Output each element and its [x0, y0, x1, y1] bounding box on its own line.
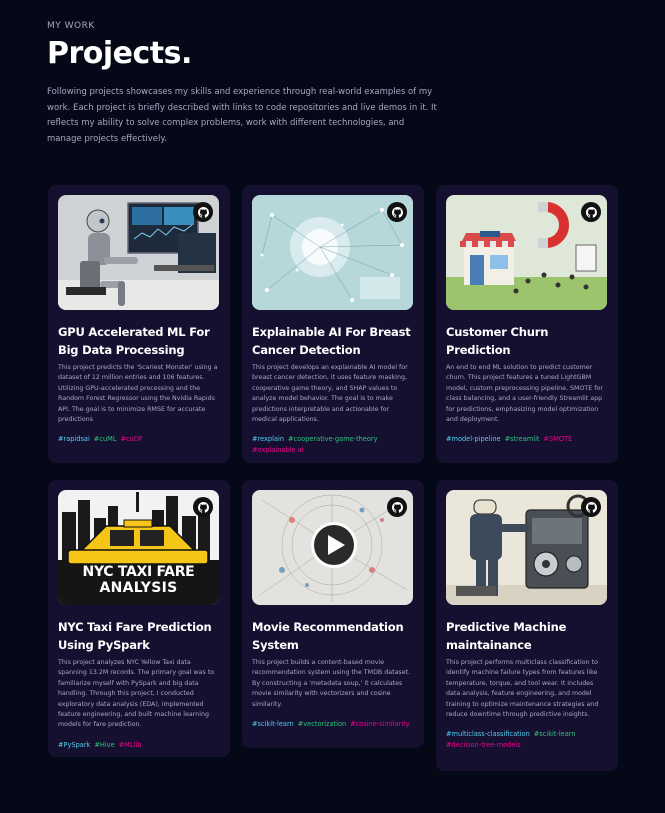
- github-link-button[interactable]: [387, 202, 407, 222]
- project-tag: #cuDF: [120, 435, 143, 444]
- project-title: Explainable AI For Breast Cancer Detecti…: [252, 325, 411, 357]
- project-card-movie-recommendation: Movie Recommendation System This project…: [242, 480, 424, 748]
- project-title: Predictive Machine maintainance: [446, 620, 567, 652]
- project-title: GPU Accelerated ML For Big Data Processi…: [58, 325, 210, 357]
- project-tags: #rapidsai #cuML #cuDF: [58, 434, 220, 445]
- project-image-robot: [58, 195, 219, 310]
- section-kicker: MY WORK: [47, 21, 95, 31]
- project-description: This project performs multiclass classif…: [446, 659, 599, 719]
- project-card-predictive-maintenance: Predictive Machine maintainance This pro…: [436, 480, 618, 771]
- project-tag: #explainable ai: [252, 446, 304, 455]
- project-tag: #decision-tree-models: [446, 741, 521, 750]
- project-card-gpu-ml: GPU Accelerated ML For Big Data Processi…: [48, 185, 230, 463]
- project-image-store: [446, 195, 607, 310]
- project-description: This project builds a content-based movi…: [252, 659, 411, 708]
- page-title: Projects.: [47, 36, 192, 71]
- taxi-poster-headline: NYC TAXI FARE ANALYSIS: [58, 564, 219, 596]
- project-title: Movie Recommendation System: [252, 620, 404, 652]
- project-tags: #multiclass-classification #scikit-learn #…: [446, 729, 608, 751]
- project-tag: #PySpark: [58, 740, 91, 749]
- project-description: This project predicts the 'Scariest Mons…: [58, 364, 218, 424]
- github-link-button[interactable]: [193, 202, 213, 222]
- project-tag: #streamlit: [504, 435, 540, 444]
- project-tags: #rexplain #cooperative-game-theory #explai…: [252, 434, 414, 456]
- github-link-button[interactable]: [581, 202, 601, 222]
- project-tag: #Hive: [94, 740, 115, 749]
- github-icon: [391, 501, 403, 513]
- project-description: This project analyzes NYC Yellow Taxi da…: [58, 659, 215, 729]
- github-link-button[interactable]: [193, 497, 213, 517]
- project-title: NYC Taxi Fare Prediction Using PySpark: [58, 620, 212, 652]
- project-tags: #model-pipeline #streamlit #SMOTE: [446, 434, 608, 445]
- github-icon: [197, 501, 209, 513]
- project-tag: #rapidsai: [58, 435, 90, 444]
- project-tag: #cooperative-game-theory: [288, 435, 378, 444]
- intro-paragraph: Following projects showcases my skills a…: [47, 87, 437, 144]
- project-card-xai-breast-cancer: Explainable AI For Breast Cancer Detecti…: [242, 185, 424, 463]
- github-icon: [391, 206, 403, 218]
- project-image-play: [252, 490, 413, 605]
- taxi-poster-line-1: NYC TAXI FARE: [82, 564, 195, 580]
- project-tag: #MLlib: [118, 740, 142, 749]
- project-tag: #SMOTE: [543, 435, 573, 444]
- project-image-machine: [446, 490, 607, 605]
- project-image-network: [252, 195, 413, 310]
- project-tag: #multiclass-classification: [446, 730, 530, 739]
- project-card-customer-churn: Customer Churn Prediction An end to end …: [436, 185, 618, 463]
- github-link-button[interactable]: [581, 497, 601, 517]
- taxi-poster-line-2: ANALYSIS: [99, 580, 178, 596]
- project-tags: #scikit-learn #vectorization #cosine-simil…: [252, 719, 414, 730]
- project-tag: #scikit-learn: [252, 720, 294, 729]
- project-tag: #rexplain: [252, 435, 285, 444]
- project-card-nyc-taxi: NYC TAXI FARE ANALYSIS NYC Taxi Fare Pre…: [48, 480, 230, 757]
- project-image-taxi: NYC TAXI FARE ANALYSIS: [58, 490, 219, 605]
- project-tag: #vectorization: [297, 720, 347, 729]
- project-tags: #PySpark #Hive #MLlib: [58, 740, 220, 751]
- github-link-button[interactable]: [387, 497, 407, 517]
- project-description: This project develops an explainable AI …: [252, 364, 408, 424]
- github-icon: [585, 501, 597, 513]
- github-icon: [585, 206, 597, 218]
- project-title: Customer Churn Prediction: [446, 325, 549, 357]
- project-tag: #cuML: [93, 435, 117, 444]
- project-tag: #model-pipeline: [446, 435, 501, 444]
- project-tag: #scikit-learn: [533, 730, 576, 739]
- project-description: An end to end ML solution to predict cus…: [446, 364, 603, 424]
- github-icon: [197, 206, 209, 218]
- project-tag: #cosine-similarity: [350, 720, 410, 729]
